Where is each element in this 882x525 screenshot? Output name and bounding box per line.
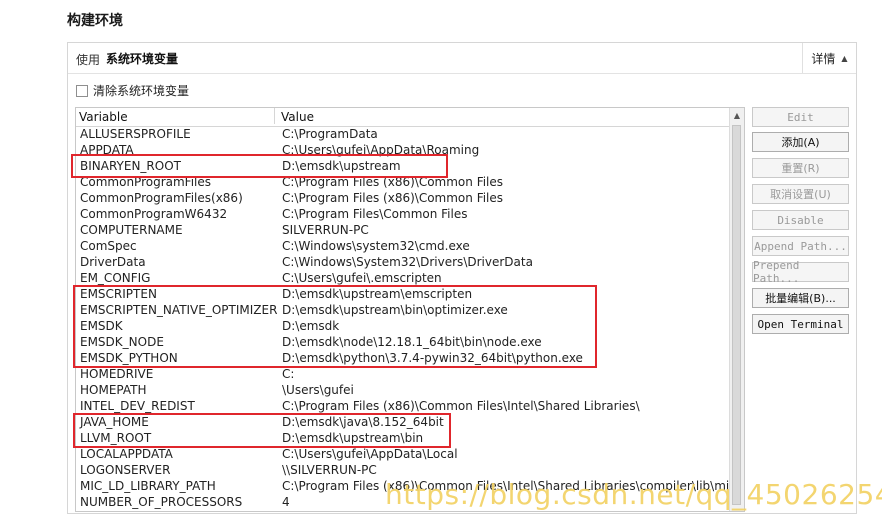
row-value: D:\emsdk [282,319,340,333]
table-row[interactable]: ComSpec C:\Windows\system32\cmd.exe [76,238,729,254]
prepend-path-button[interactable]: Prepend Path... [752,259,849,285]
edit-button[interactable]: Edit [752,107,849,127]
row-value: C:\Users\gufei\AppData\Roaming [282,143,480,157]
row-value: \Users\gufei [282,383,354,397]
table-row[interactable]: APPDATA C:\Users\gufei\AppData\Roaming [76,142,729,158]
append-path-button[interactable]: Append Path... [752,236,849,256]
row-value: C: [282,367,295,381]
table-row[interactable]: EMSDK_PYTHON D:\emsdk\python\3.7.4-pywin3… [76,350,729,366]
row-value: D:\emsdk\upstream\bin [282,431,424,445]
table-row[interactable]: CommonProgramW6432 C:\Program Files\Commo… [76,206,729,222]
clear-system-env-label: 清除系统环境变量 [93,84,190,98]
batch-edit-button[interactable]: 批量编辑(B)... [752,288,849,308]
row-value: C:\Program Files (x86)\Common Files [282,175,504,189]
row-variable: CommonProgramW6432 [80,207,228,221]
clear-system-env-checkbox[interactable] [76,84,88,97]
row-value: D:\emsdk\upstream [282,159,401,173]
table-row[interactable]: EMSCRIPTEN D:\emsdk\upstream\emscripten [76,286,729,302]
table-row[interactable]: LOCALAPPDATA C:\Users\gufei\AppData\Local [76,446,729,462]
table-row[interactable]: EMSDK D:\emsdk [76,318,729,334]
row-variable: JAVA_HOME [80,415,149,429]
row-value: SILVERRUN-PC [282,223,369,237]
row-variable: DriverData [80,255,146,269]
details-button[interactable]: 详情 ▲ [802,43,856,73]
row-value: C:\Program Files (x86)\Common Files [282,191,504,205]
row-variable: INTEL_DEV_REDIST [80,399,195,413]
column-header-variable[interactable]: Variable [79,108,275,124]
table-row[interactable]: INTEL_DEV_REDIST C:\Program Files (x86)\C… [76,398,729,414]
table-row[interactable]: LOGONSERVER \\SILVERRUN-PC [76,462,729,478]
row-variable: HOMEDRIVE [80,367,154,381]
table-row[interactable]: HOMEPATH \Users\gufei [76,382,729,398]
unset-button[interactable]: 取消设置(U) [752,184,849,204]
reset-button[interactable]: 重置(R) [752,158,849,178]
panel-header: 使用 系统环境变量 详情 ▲ [68,43,856,74]
row-value: C:\Users\gufei\.emscripten [282,271,442,285]
watermark-url: https://blog.csdn.net/qq_45026254 [385,478,882,511]
table-row[interactable]: EM_CONFIG C:\Users\gufei\.emscripten [76,270,729,286]
environment-type-label: 系统环境变量 [106,52,179,66]
open-terminal-button[interactable]: Open Terminal [752,314,849,334]
table-row[interactable]: DriverData C:\Windows\System32\Drivers\Dr… [76,254,729,270]
table-row[interactable]: CommonProgramFiles C:\Program Files (x86)… [76,174,729,190]
row-value: \\SILVERRUN-PC [282,463,377,477]
row-value: C:\Users\gufei\AppData\Local [282,447,458,461]
row-value: D:\emsdk\java\8.152_64bit [282,415,444,429]
row-value: 4 [282,495,290,509]
row-variable: ComSpec [80,239,137,253]
row-variable: EMSDK_NODE [80,335,164,349]
row-variable: NUMBER_OF_PROCESSORS [80,495,243,509]
row-variable: COMPUTERNAME [80,223,183,237]
details-label: 详情 [811,51,836,66]
row-value: C:\Program Files (x86)\Common Files\Inte… [282,399,640,413]
table-row[interactable]: LLVM_ROOT D:\emsdk\upstream\bin [76,430,729,446]
row-variable: EMSCRIPTEN [80,287,157,301]
vertical-scrollbar[interactable]: ▲ [729,108,744,511]
table-row[interactable]: COMPUTERNAME SILVERRUN-PC [76,222,729,238]
chevron-up-icon: ▲ [841,53,848,63]
row-variable: LOGONSERVER [80,463,171,477]
row-variable: CommonProgramFiles [80,175,212,189]
row-variable: BINARYEN_ROOT [80,159,181,173]
table-row[interactable]: ALLUSERSPROFILE C:\ProgramData [76,126,729,142]
row-variable: LLVM_ROOT [80,431,152,445]
row-variable: MIC_LD_LIBRARY_PATH [80,479,216,493]
section-title: 构建环境 [67,13,123,29]
row-value: D:\emsdk\upstream\bin\optimizer.exe [282,303,508,317]
column-header-value[interactable]: Value [281,110,314,124]
row-variable: EMSCRIPTEN_NATIVE_OPTIMIZER [80,303,278,317]
row-variable: CommonProgramFiles(x86) [80,191,243,205]
clear-system-env-row[interactable]: 清除系统环境变量 [76,82,189,99]
table-row[interactable]: JAVA_HOME D:\emsdk\java\8.152_64bit [76,414,729,430]
row-value: C:\ProgramData [282,127,378,141]
table-row[interactable]: EMSDK_NODE D:\emsdk\node\12.18.1_64bit\bi… [76,334,729,350]
row-variable: EM_CONFIG [80,271,151,285]
table-row[interactable]: HOMEDRIVE C: [76,366,729,382]
row-value: C:\Windows\System32\Drivers\DriverData [282,255,533,269]
table-rows: ALLUSERSPROFILE C:\ProgramData APPDATA C:\U… [76,126,736,510]
row-value: C:\Program Files\Common Files [282,207,468,221]
row-variable: EMSDK_PYTHON [80,351,178,365]
env-table: Variable Value ALLUSERSPROFILE C:\Program… [75,107,745,512]
row-value: D:\emsdk\python\3.7.4-pywin32_64bit\pyth… [282,351,583,365]
row-variable: EMSDK [80,319,123,333]
table-row[interactable]: EMSCRIPTEN_NATIVE_OPTIMIZER D:\emsdk\upst… [76,302,729,318]
table-row[interactable]: BINARYEN_ROOT D:\emsdk\upstream [76,158,729,174]
row-variable: HOMEPATH [80,383,147,397]
disable-button[interactable]: Disable [752,210,849,230]
row-variable: LOCALAPPDATA [80,447,173,461]
row-value: C:\Windows\system32\cmd.exe [282,239,470,253]
table-header: Variable Value [76,108,729,127]
environment-panel: 使用 系统环境变量 详情 ▲ 清除系统环境变量 Variable Value A… [67,42,857,514]
row-variable: APPDATA [80,143,134,157]
scroll-thumb[interactable] [732,125,741,505]
add-button[interactable]: 添加(A) [752,132,849,152]
row-variable: ALLUSERSPROFILE [80,127,191,141]
scroll-up-icon[interactable]: ▲ [730,108,744,123]
row-value: D:\emsdk\node\12.18.1_64bit\bin\node.exe [282,335,542,349]
row-value: D:\emsdk\upstream\emscripten [282,287,473,301]
table-row[interactable]: CommonProgramFiles(x86) C:\Program Files … [76,190,729,206]
use-label: 使用 [76,53,101,67]
